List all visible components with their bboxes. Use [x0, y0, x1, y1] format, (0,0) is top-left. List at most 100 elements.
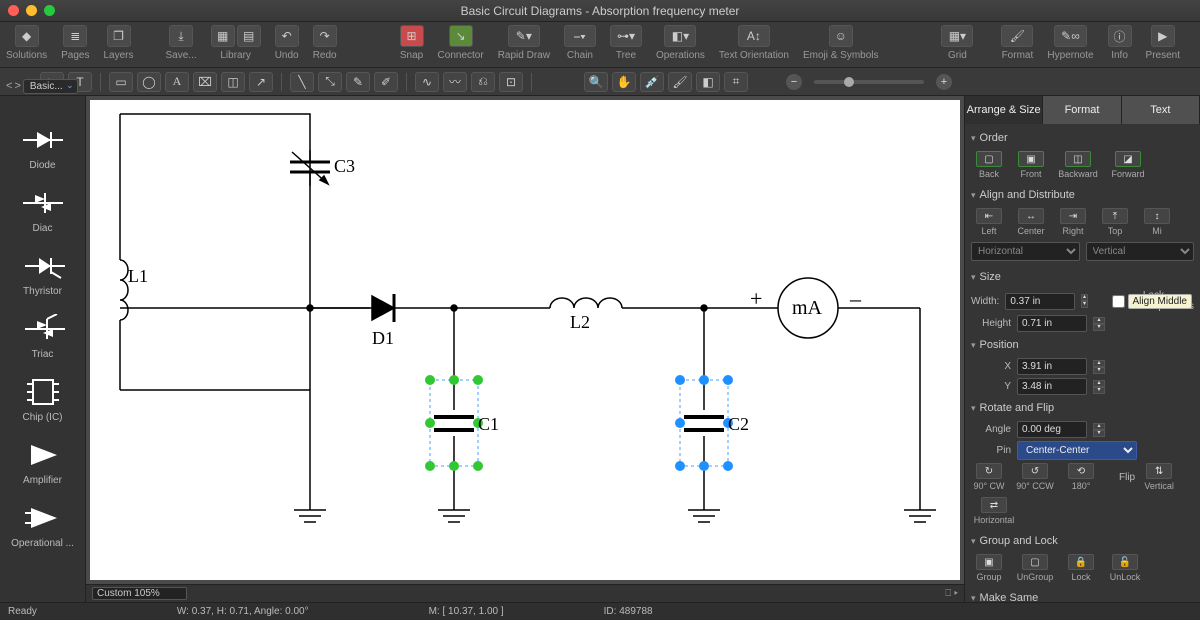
- info-button[interactable]: ⓘ: [1108, 25, 1132, 47]
- connector-tool[interactable]: ⤡: [318, 72, 342, 92]
- paint-tool[interactable]: 🖌: [668, 72, 692, 92]
- callout-tool[interactable]: ◫: [221, 72, 245, 92]
- pin-select[interactable]: Center-Center: [1017, 441, 1137, 460]
- rapid-draw-button[interactable]: ✎▾: [508, 25, 540, 47]
- align-top[interactable]: ⤒Top: [1097, 208, 1133, 236]
- stencil-chip[interactable]: Chip (IC): [0, 370, 85, 433]
- snap-button[interactable]: ⊞: [400, 25, 424, 47]
- chain-button[interactable]: ⎯▾: [564, 25, 596, 47]
- zoom-select[interactable]: Custom 105%: [92, 587, 187, 600]
- align-right[interactable]: ⇥Right: [1055, 208, 1091, 236]
- section-align[interactable]: Align and Distribute: [971, 185, 1194, 205]
- stencil-opamp[interactable]: Operational ...: [0, 496, 85, 559]
- align-left[interactable]: ⇤Left: [971, 208, 1007, 236]
- stencil-amplifier[interactable]: Amplifier: [0, 433, 85, 496]
- rotate-ccw[interactable]: ↺90° CCW: [1013, 463, 1057, 491]
- connector-button[interactable]: ↘: [449, 25, 473, 47]
- tree-button[interactable]: ⊶▾: [610, 25, 642, 47]
- page-indicator-icon[interactable]: ⎕ ▸: [945, 588, 958, 599]
- label-mA: mA: [792, 297, 823, 319]
- section-makesame[interactable]: Make Same: [971, 588, 1194, 602]
- align-center[interactable]: ↔Center: [1013, 208, 1049, 236]
- zoom-slider[interactable]: [814, 80, 924, 84]
- nav-forward[interactable]: >: [14, 80, 20, 92]
- node-tool[interactable]: ⊡: [499, 72, 523, 92]
- section-size[interactable]: Size: [971, 267, 1194, 287]
- tab-text[interactable]: Text: [1122, 96, 1200, 124]
- bezier-tool[interactable]: ∿: [415, 72, 439, 92]
- nav-back[interactable]: <: [6, 80, 12, 92]
- canvas[interactable]: L1 C3 D1 L2 C1 C2 mA + –: [90, 100, 960, 580]
- stencil-thyristor[interactable]: Thyristor: [0, 244, 85, 307]
- y-input[interactable]: [1017, 378, 1087, 395]
- zoom-tool[interactable]: 🔍: [584, 72, 608, 92]
- pages-button[interactable]: ≣: [63, 25, 87, 47]
- order-back[interactable]: ▢Back: [971, 151, 1007, 179]
- width-input[interactable]: [1005, 293, 1075, 310]
- eyedropper-tool[interactable]: 💉: [640, 72, 664, 92]
- emoji-button[interactable]: ☺: [829, 25, 853, 47]
- highlighter-tool[interactable]: ✐: [374, 72, 398, 92]
- hand-tool[interactable]: ✋: [612, 72, 636, 92]
- width-down[interactable]: ▾: [1081, 301, 1087, 308]
- angle-input[interactable]: [1017, 421, 1087, 438]
- section-rotate[interactable]: Rotate and Flip: [971, 398, 1194, 418]
- lock-button[interactable]: 🔒Lock: [1063, 554, 1099, 582]
- text-frame-tool[interactable]: A: [165, 72, 189, 92]
- polyline-tool[interactable]: ⎌: [471, 72, 495, 92]
- stencil-triac[interactable]: Triac: [0, 307, 85, 370]
- library-picker[interactable]: Basic...: [23, 79, 78, 94]
- flip-horizontal[interactable]: ⇄Horizontal: [971, 497, 1017, 525]
- height-up[interactable]: ▴: [1093, 317, 1105, 324]
- layers-button[interactable]: ❐: [107, 25, 131, 47]
- line-tool[interactable]: ╲: [290, 72, 314, 92]
- zoom-out-button[interactable]: −: [786, 74, 802, 90]
- section-position[interactable]: Position: [971, 335, 1194, 355]
- hypernote-button[interactable]: ✎∞: [1054, 25, 1087, 47]
- tab-format[interactable]: Format: [1043, 96, 1121, 124]
- height-input[interactable]: [1017, 315, 1087, 332]
- section-order[interactable]: Order: [971, 128, 1194, 148]
- x-input[interactable]: [1017, 358, 1087, 375]
- rotate-180[interactable]: ⟲180°: [1063, 463, 1099, 491]
- tab-arrange[interactable]: Arrange & Size: [965, 96, 1043, 124]
- text-orientation-button[interactable]: A↕: [738, 25, 770, 47]
- stencil-diode[interactable]: Diode: [0, 118, 85, 181]
- grid-button[interactable]: ▦▾: [941, 25, 973, 47]
- align-middle[interactable]: ↕Mi: [1139, 208, 1175, 236]
- library-grid-button[interactable]: ▤: [237, 25, 261, 47]
- rect-tool[interactable]: ▭: [109, 72, 133, 92]
- erase-tool[interactable]: ◧: [696, 72, 720, 92]
- crop-tool[interactable]: ⌗: [724, 72, 748, 92]
- ungroup-button[interactable]: ▢UnGroup: [1013, 554, 1057, 582]
- present-button[interactable]: ▶: [1151, 25, 1175, 47]
- order-front[interactable]: ▣Front: [1013, 151, 1049, 179]
- rotate-cw[interactable]: ↻90° CW: [971, 463, 1007, 491]
- arrow-tool[interactable]: ↗: [249, 72, 273, 92]
- width-label: Width:: [971, 296, 999, 307]
- group-button[interactable]: ▣Group: [971, 554, 1007, 582]
- stencil-diac[interactable]: Diac: [0, 181, 85, 244]
- redo-button[interactable]: ↷: [313, 25, 337, 47]
- width-up[interactable]: ▴: [1081, 294, 1087, 301]
- order-backward[interactable]: ◫Backward: [1055, 151, 1101, 179]
- layers-label: Layers: [104, 50, 134, 61]
- operations-button[interactable]: ◧▾: [664, 25, 696, 47]
- section-group[interactable]: Group and Lock: [971, 531, 1194, 551]
- unlock-button[interactable]: 🔓UnLock: [1105, 554, 1145, 582]
- library-button[interactable]: ▦: [211, 25, 235, 47]
- flip-vertical[interactable]: ⇅Vertical: [1141, 463, 1177, 491]
- spline-tool[interactable]: 〰: [443, 72, 467, 92]
- save-button[interactable]: ⤓: [169, 25, 193, 47]
- format-button[interactable]: 🖌: [1001, 25, 1033, 47]
- distribute-vertical[interactable]: Vertical: [1086, 242, 1195, 261]
- solutions-button[interactable]: ◆: [15, 25, 39, 47]
- ellipse-tool[interactable]: ◯: [137, 72, 161, 92]
- height-down[interactable]: ▾: [1093, 324, 1105, 331]
- textbox-tool[interactable]: ⌧: [193, 72, 217, 92]
- pen-tool[interactable]: ✎: [346, 72, 370, 92]
- order-forward[interactable]: ◪Forward: [1107, 151, 1149, 179]
- undo-button[interactable]: ↶: [275, 25, 299, 47]
- distribute-horizontal[interactable]: Horizontal: [971, 242, 1080, 261]
- zoom-in-button[interactable]: +: [936, 74, 952, 90]
